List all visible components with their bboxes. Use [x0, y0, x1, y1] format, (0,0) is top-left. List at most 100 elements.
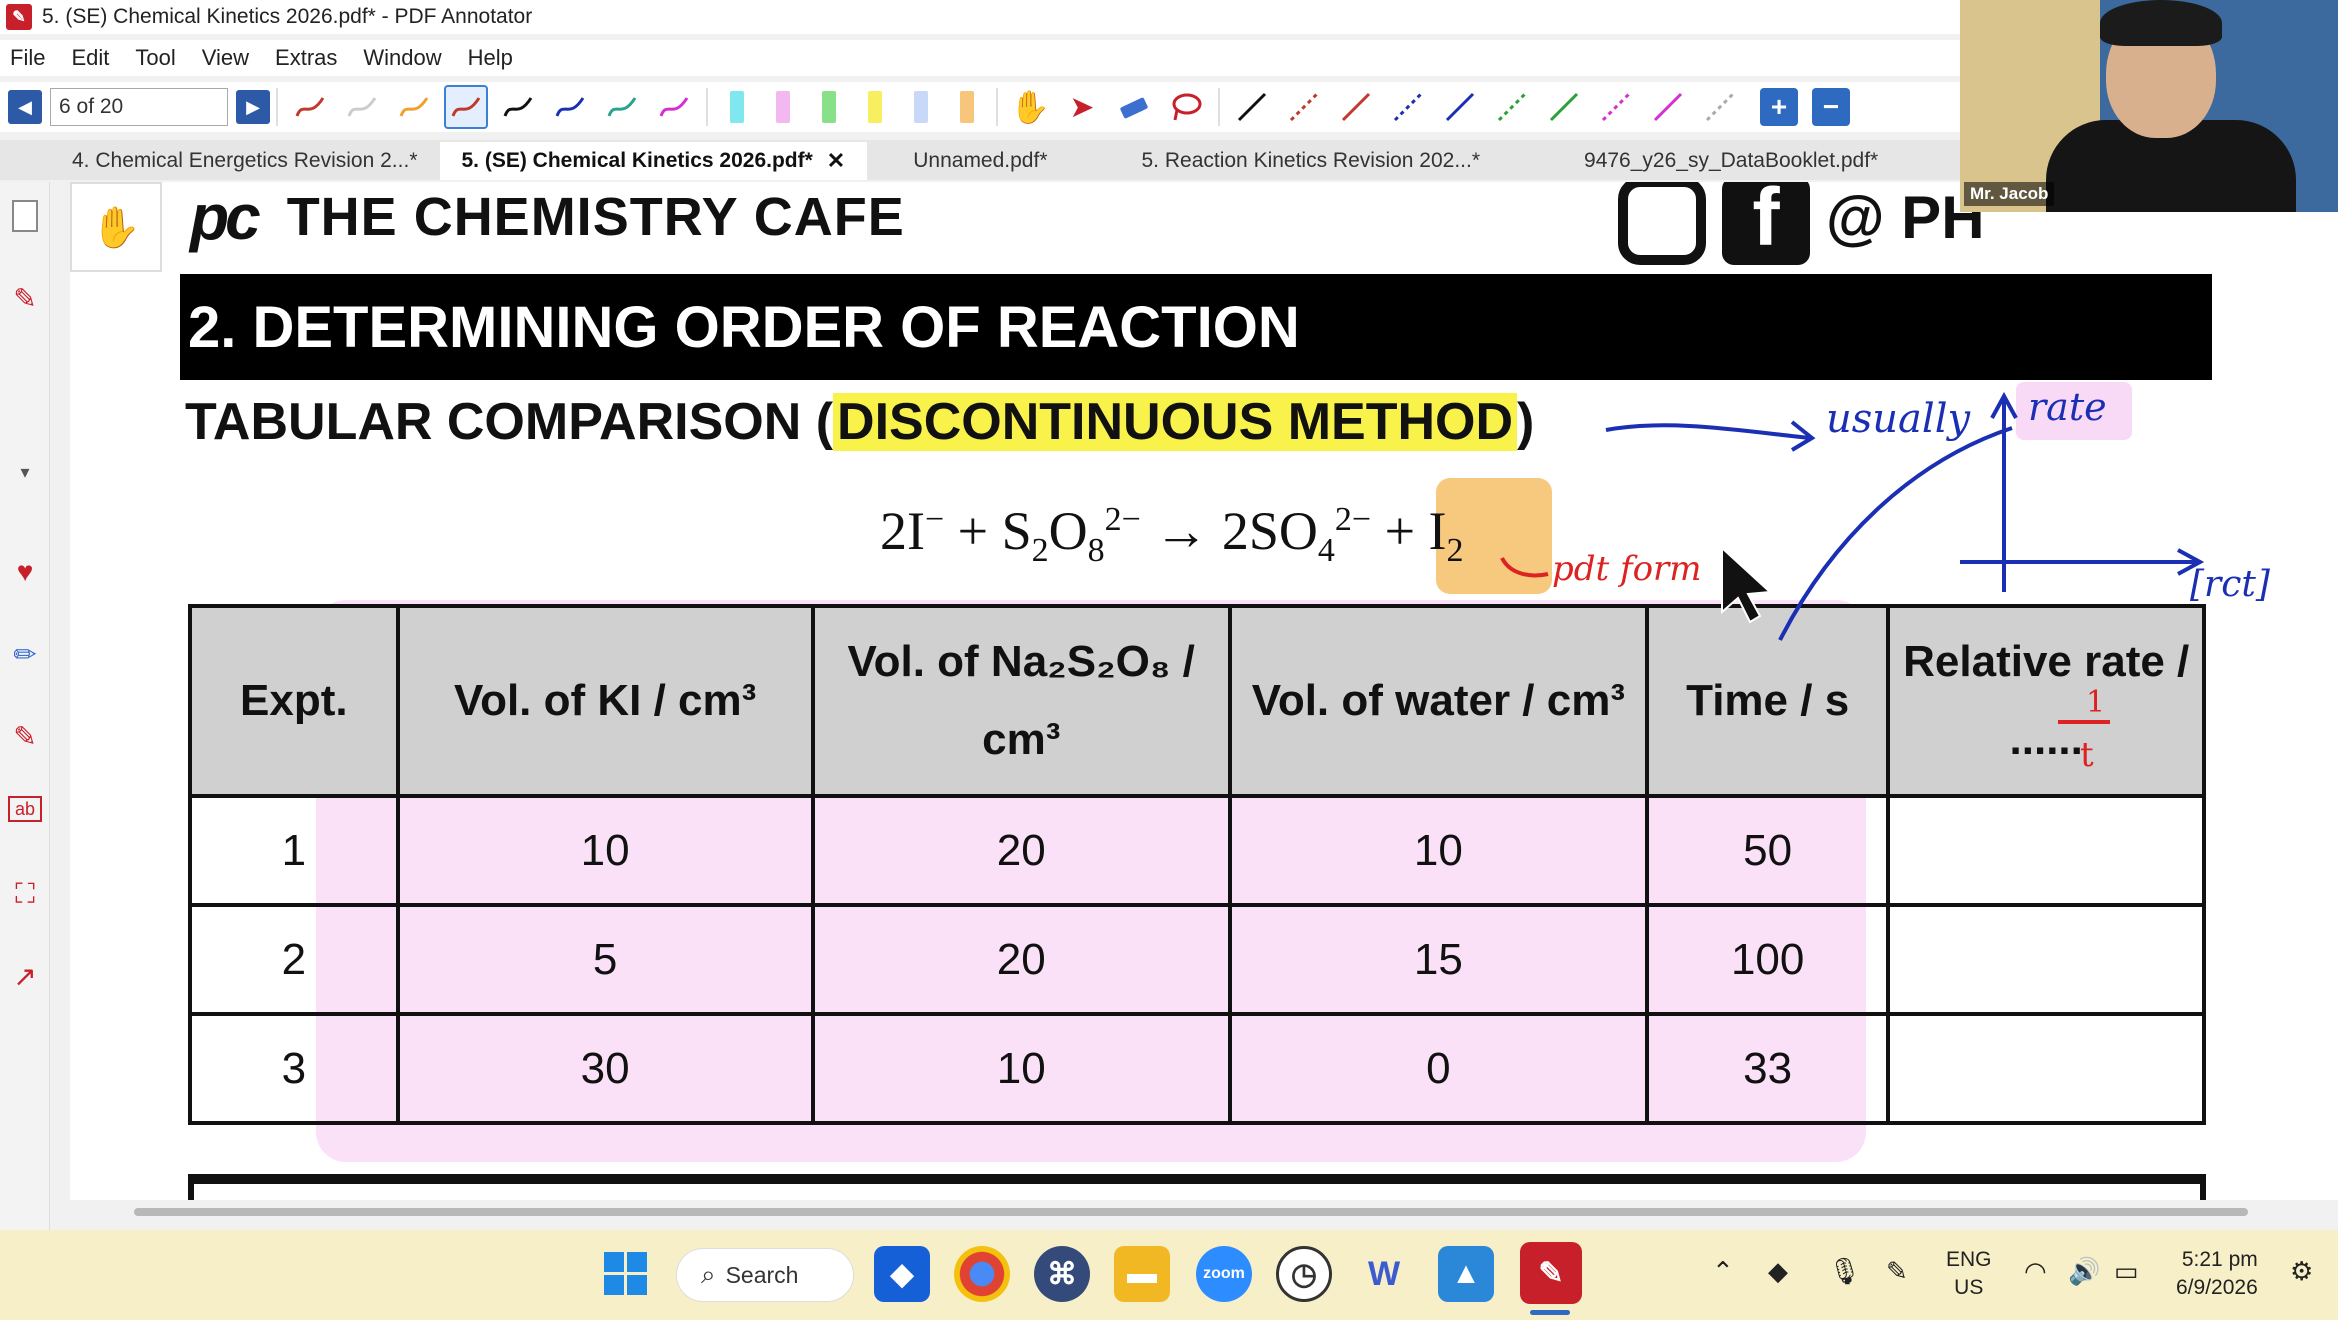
highlighter-tools [714, 91, 990, 123]
chevron-up-icon[interactable]: ⌃ [1712, 1256, 1734, 1287]
zoom-out-button[interactable]: − [1812, 88, 1850, 126]
highlighter-tool-icon[interactable] [960, 91, 974, 123]
dropbox-icon[interactable]: ◆ [874, 1246, 930, 1302]
page-thumbnail[interactable]: ✋ [70, 182, 162, 272]
one-over-t-denominator: t [2080, 735, 2094, 775]
pdf-annotator-taskbar-icon[interactable]: ✎ [1520, 1242, 1582, 1304]
highlighter-tool-icon[interactable] [868, 91, 882, 123]
pen-tool-icon[interactable] [288, 85, 332, 129]
pdf-page[interactable]: pc THE CHEMISTRY CAFE f @ PH 2. DETERMIN… [70, 182, 2338, 1200]
clock-date: 6/9/2026 [2176, 1276, 2258, 1299]
taskbar: ⌕ Search ◆ ⌘ ▬ zoom ◷ W ▲ ✎ ⌃ ◆ 🎙 ✎ ENG … [0, 1230, 2338, 1320]
hand-tool-icon[interactable]: ✋ [1008, 85, 1052, 129]
active-app-indicator [1530, 1310, 1570, 1315]
text-box-icon[interactable]: ab [8, 796, 42, 822]
line-tool-icon[interactable] [1646, 85, 1690, 129]
highlighter-icon[interactable]: ✎ [5, 716, 45, 756]
next-page-button[interactable]: ▶ [236, 90, 270, 124]
volume-icon[interactable]: 🔊 [2068, 1256, 2100, 1287]
menu-view[interactable]: View [202, 45, 249, 71]
select-tool-icon[interactable]: ➤ [1060, 85, 1104, 129]
red-underline [1500, 556, 1549, 578]
highlighter-tool-icon[interactable] [730, 91, 744, 123]
toolbar-divider [996, 88, 998, 126]
pen-tool-icon[interactable] [548, 85, 592, 129]
line-tool-icon[interactable] [1490, 85, 1534, 129]
search-icon: ⌕ [701, 1259, 716, 1289]
page-view-icon[interactable] [5, 196, 45, 236]
stamp-icon[interactable]: ⛶ [5, 874, 45, 914]
taskbar-search[interactable]: ⌕ Search [676, 1248, 854, 1302]
line-tool-icon[interactable] [1230, 85, 1274, 129]
eraser-icon[interactable] [1112, 85, 1156, 129]
menu-extras[interactable]: Extras [275, 45, 337, 71]
pdt-form-annotation: pdt form [1552, 549, 1702, 589]
line-tool-icon[interactable] [1542, 85, 1586, 129]
tab-reaction-kinetics[interactable]: 5. Reaction Kinetics Revision 202...* [1120, 142, 1503, 180]
photos-icon[interactable]: ▲ [1438, 1246, 1494, 1302]
word-icon[interactable]: W [1356, 1246, 1412, 1302]
menu-window[interactable]: Window [363, 45, 441, 71]
line-tool-icon[interactable] [1438, 85, 1482, 129]
line-tool-icon[interactable] [1594, 85, 1638, 129]
zoom-in-button[interactable]: + [1760, 88, 1798, 126]
tab-chemical-energetics[interactable]: 4. Chemical Energetics Revision 2...* [50, 142, 440, 180]
dropbox-tray-icon[interactable]: ◆ [1768, 1256, 1788, 1287]
notification-icon[interactable]: ⚙ [2290, 1256, 2313, 1287]
microphone-icon[interactable]: 🎙 [1828, 1256, 1861, 1287]
line-tool-icon[interactable] [1334, 85, 1378, 129]
line-tools [1226, 85, 1746, 129]
pencil-icon[interactable]: ✏ [5, 634, 45, 674]
tab-label: 5. (SE) Chemical Kinetics 2026.pdf* [461, 149, 813, 172]
tab-label: 9476_y26_sy_DataBooklet.pdf* [1584, 149, 1879, 172]
tab-data-booklet[interactable]: 9476_y26_sy_DataBooklet.pdf* [1562, 142, 1900, 180]
file-explorer-icon[interactable]: ▬ [1114, 1246, 1170, 1302]
windows-start-icon[interactable] [598, 1246, 654, 1302]
window-title: 5. (SE) Chemical Kinetics 2026.pdf* - PD… [42, 5, 533, 28]
pen-tool-icon[interactable] [496, 85, 540, 129]
tab-unnamed[interactable]: Unnamed.pdf* [891, 142, 1069, 180]
clock[interactable]: 5:21 pm 6/9/2026 [2176, 1246, 2258, 1302]
clock-app-icon[interactable]: ◷ [1276, 1246, 1332, 1302]
line-tool-icon[interactable] [1698, 85, 1742, 129]
pen-tray-icon[interactable]: ✎ [1886, 1256, 1908, 1287]
pen-tool-icon[interactable] [444, 85, 488, 129]
region-code: US [1954, 1276, 1984, 1299]
one-over-t-numerator: 1 [2086, 685, 2105, 720]
menu-file[interactable]: File [10, 45, 45, 71]
tab-label: Unnamed.pdf* [913, 149, 1048, 172]
close-tab-icon[interactable]: ✕ [827, 148, 845, 174]
page-number-field[interactable] [50, 88, 228, 126]
pen-tool-icon[interactable] [392, 85, 436, 129]
tab-chemical-kinetics[interactable]: 5. (SE) Chemical Kinetics 2026.pdf* ✕ [439, 142, 868, 180]
pen-tool-icon[interactable] [600, 85, 644, 129]
blue-arrow-stroke [1605, 423, 1811, 440]
battery-icon[interactable]: ▭ [2114, 1256, 2139, 1287]
document-tabs: 4. Chemical Energetics Revision 2...* 5.… [0, 140, 1960, 180]
menu-edit[interactable]: Edit [71, 45, 109, 71]
horizontal-scrollbar[interactable] [134, 1208, 2248, 1216]
previous-page-button[interactable]: ◀ [8, 90, 42, 124]
highlighter-tool-icon[interactable] [776, 91, 790, 123]
heart-icon[interactable]: ♥ [5, 552, 45, 592]
tab-label: 4. Chemical Energetics Revision 2...* [72, 149, 418, 172]
menu-help[interactable]: Help [468, 45, 513, 71]
usually-annotation: usually [1826, 396, 1971, 442]
menu-tool[interactable]: Tool [135, 45, 175, 71]
pen-tool-icon[interactable] [340, 85, 384, 129]
scroll-down-icon[interactable]: ▾ [5, 452, 45, 492]
pen-icon[interactable]: ✎ [5, 278, 45, 318]
toolbar: ◀ ▶ ✋ ➤ + − [0, 82, 1960, 132]
language-indicator[interactable]: ENG US [1946, 1246, 1992, 1302]
app-icon[interactable]: ⌘ [1034, 1246, 1090, 1302]
lasso-icon[interactable] [1164, 85, 1208, 129]
line-tool-icon[interactable] [1282, 85, 1326, 129]
arrow-tool-icon[interactable]: ↗ [5, 956, 45, 996]
pen-tool-icon[interactable] [652, 85, 696, 129]
line-tool-icon[interactable] [1386, 85, 1430, 129]
highlighter-tool-icon[interactable] [914, 91, 928, 123]
wifi-icon[interactable]: ◠ [2024, 1256, 2047, 1287]
chrome-icon[interactable] [954, 1246, 1010, 1302]
zoom-icon[interactable]: zoom [1196, 1246, 1252, 1302]
highlighter-tool-icon[interactable] [822, 91, 836, 123]
